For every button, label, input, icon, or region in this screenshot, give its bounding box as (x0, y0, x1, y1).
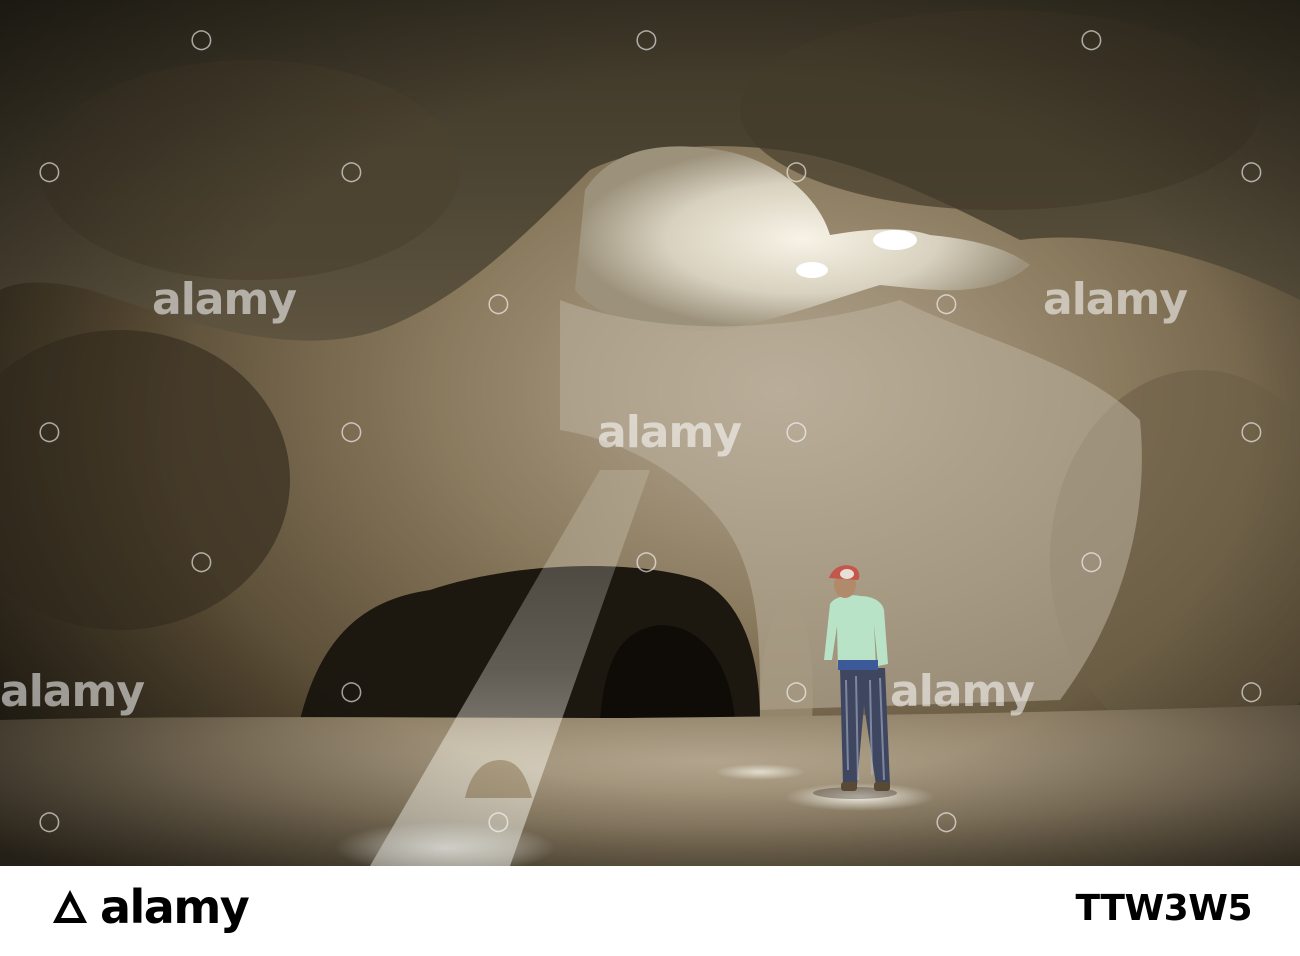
photo: alamy alamy alamy alamy alamy ○ ○ ○ ○ ○ … (0, 0, 1300, 866)
alamy-logo-icon (53, 890, 87, 923)
cave-photo (0, 0, 1300, 866)
footer-brand-text: alamy (100, 880, 250, 934)
footer-bar: alamy TTW3W5 (0, 866, 1300, 956)
image-id: TTW3W5 (1075, 888, 1253, 929)
alamy-logo[interactable]: alamy (50, 880, 250, 934)
